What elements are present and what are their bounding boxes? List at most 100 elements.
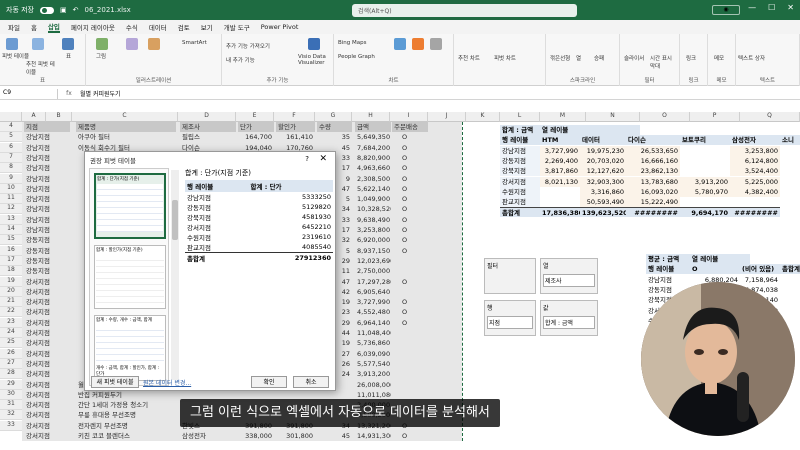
sheet-cell[interactable]: 강서지점	[24, 307, 70, 317]
picture-icon[interactable]	[96, 38, 108, 50]
save-icon[interactable]: ▣	[60, 6, 67, 14]
row-header[interactable]: 21	[0, 297, 22, 308]
row-header[interactable]: 10	[0, 183, 22, 194]
column-header[interactable]: E	[236, 112, 274, 122]
pivot-cell[interactable]: 26,533,650	[626, 145, 680, 156]
name-box[interactable]: C9	[0, 88, 58, 99]
sheet-cell[interactable]: 강동지점	[24, 256, 70, 266]
column-header[interactable]: P	[690, 112, 740, 122]
filters-area[interactable]: 필터	[484, 258, 536, 294]
sheet-header-cell[interactable]: 할인가	[276, 122, 315, 132]
pivot2-corner[interactable]: 평균 : 금액	[646, 254, 690, 264]
column-header[interactable]: F	[274, 112, 315, 122]
recommendation-list[interactable]: 합계 : 단가(지점 기준) 합계 : 할인가(지점 기준) 합계 : 수량, …	[89, 168, 169, 386]
pivot-total-cell[interactable]: 17,836,380	[540, 207, 580, 218]
sheet-cell[interactable]: 6,905,640	[355, 287, 391, 297]
sheet-cell[interactable]: O	[400, 225, 420, 235]
maximize-button[interactable]: ☐	[768, 3, 775, 12]
pivot-cell[interactable]: 강서지점	[500, 176, 540, 187]
pivot-cell[interactable]: 3,253,800	[730, 145, 780, 156]
sheet-cell[interactable]: O	[400, 246, 420, 256]
sheet-cell[interactable]: 10,328,520	[355, 204, 391, 214]
columns-area[interactable]: 열 제조사	[540, 258, 598, 294]
pivot-cell[interactable]: 2,269,400	[540, 155, 580, 166]
pivot-col-header[interactable]: 다이슨	[626, 135, 680, 146]
menu-insert[interactable]: 삽입	[47, 21, 60, 33]
search-input[interactable]: 검색(Alt+Q)	[352, 4, 577, 17]
user-badge[interactable]: ◉	[712, 5, 740, 15]
sheet-cell[interactable]: 강남지점	[24, 194, 70, 204]
sheet-cell[interactable]: 5,622,140	[355, 184, 391, 194]
sheet-cell[interactable]: 45	[317, 431, 352, 441]
pivot-row-label[interactable]: 행 레이블	[500, 135, 540, 146]
column-header[interactable]: I	[390, 112, 428, 122]
column-header[interactable]: M	[540, 112, 586, 122]
sheet-cell[interactable]: 강동지점	[24, 235, 70, 245]
undo-icon[interactable]: ↶	[73, 6, 79, 14]
sheet-header-cell[interactable]: 제조사	[180, 122, 236, 132]
sparkline-line-button[interactable]: 꺾은선형	[550, 54, 570, 62]
ok-button[interactable]: 확인	[251, 376, 287, 388]
autosave-toggle[interactable]	[40, 6, 54, 14]
line-chart-icon[interactable]	[412, 38, 424, 50]
sheet-cell[interactable]: O	[400, 153, 420, 163]
sheet-header-cell[interactable]: 단가	[238, 122, 274, 132]
sheet-cell[interactable]: 3,253,800	[355, 225, 391, 235]
row-header[interactable]: 28	[0, 369, 22, 380]
sheet-cell[interactable]: 반집 커피원두기	[76, 390, 176, 400]
row-header[interactable]: 20	[0, 286, 22, 297]
sheet-header-cell[interactable]: 제품명	[76, 122, 176, 132]
pivot-total-cell[interactable]: 총합계	[500, 207, 540, 218]
comment-button[interactable]: 메모	[714, 54, 724, 62]
slicer-button[interactable]: 슬라이서	[624, 54, 644, 62]
pivot-cell[interactable]: 8,021,130	[540, 176, 580, 187]
change-source-link[interactable]: 원본 데이터 변경...	[143, 378, 191, 387]
sheet-cell[interactable]: 강서지점	[24, 338, 70, 348]
timeline-button[interactable]: 시간 표시 막대	[650, 54, 678, 70]
pivot-cell[interactable]: 수원지점	[500, 186, 540, 197]
help-button[interactable]: ?	[305, 155, 309, 163]
row-header[interactable]: 25	[0, 338, 22, 349]
sheet-cell[interactable]: O	[400, 431, 420, 441]
dialog-close-button[interactable]: ✕	[319, 154, 327, 164]
sheet-cell[interactable]: O	[400, 163, 420, 173]
minimize-button[interactable]: —	[748, 3, 756, 12]
sheet-cell[interactable]: 12,023,690	[355, 256, 391, 266]
row-header[interactable]: 27	[0, 358, 22, 369]
row-header[interactable]: 18	[0, 266, 22, 277]
sheet-cell[interactable]: 9,638,490	[355, 215, 391, 225]
pivot2-col-header[interactable]: O	[690, 264, 740, 275]
row-header[interactable]: 4	[0, 122, 22, 132]
row-header[interactable]: 22	[0, 307, 22, 318]
row-header[interactable]: 17	[0, 255, 22, 266]
link-button[interactable]: 링크	[686, 54, 696, 62]
sheet-cell[interactable]: O	[400, 132, 420, 142]
close-button[interactable]: ✕	[787, 3, 794, 12]
sheet-cell[interactable]: 강서지점	[24, 359, 70, 369]
sheet-header-cell[interactable]: 금액	[355, 122, 391, 132]
sheet-cell[interactable]: 1,049,900	[355, 194, 391, 204]
column-header[interactable]: K	[466, 112, 500, 122]
pivot-col-label[interactable]: 열 레이블	[540, 125, 640, 135]
sheet-cell[interactable]: 4,552,480	[355, 307, 391, 317]
sheet-cell[interactable]: 8,820,900	[355, 153, 391, 163]
scrollbar-thumb[interactable]	[172, 200, 178, 240]
people-graph-button[interactable]: People Graph	[338, 54, 375, 60]
sheet-cell[interactable]: 6,039,090	[355, 349, 391, 359]
sheet-cell[interactable]: 강서지점	[24, 277, 70, 287]
pivot-cell[interactable]: 5,225,000	[730, 176, 780, 187]
sheet-cell[interactable]: 키친 코코 블렌더스	[76, 431, 176, 441]
sheet-cell[interactable]: 강서지점	[24, 421, 70, 431]
column-header[interactable]: G	[315, 112, 352, 122]
pivot-total-cell[interactable]: ########	[730, 207, 780, 218]
pivot2-cell[interactable]: 7,158,964	[740, 275, 780, 285]
sheet-cell[interactable]: 강서지점	[24, 328, 70, 338]
sheet-cell[interactable]: 6,964,140	[355, 318, 391, 328]
pivot-table-button[interactable]: 피벗 테이블	[2, 52, 29, 60]
select-all-corner[interactable]	[0, 112, 22, 122]
row-header[interactable]: 24	[0, 328, 22, 338]
sheet-cell[interactable]: 필립스	[180, 132, 236, 142]
sparkline-column-button[interactable]: 열	[576, 54, 581, 62]
sheet-header-cell[interactable]: 지점	[24, 122, 70, 132]
sheet-cell[interactable]: 강서지점	[24, 349, 70, 359]
